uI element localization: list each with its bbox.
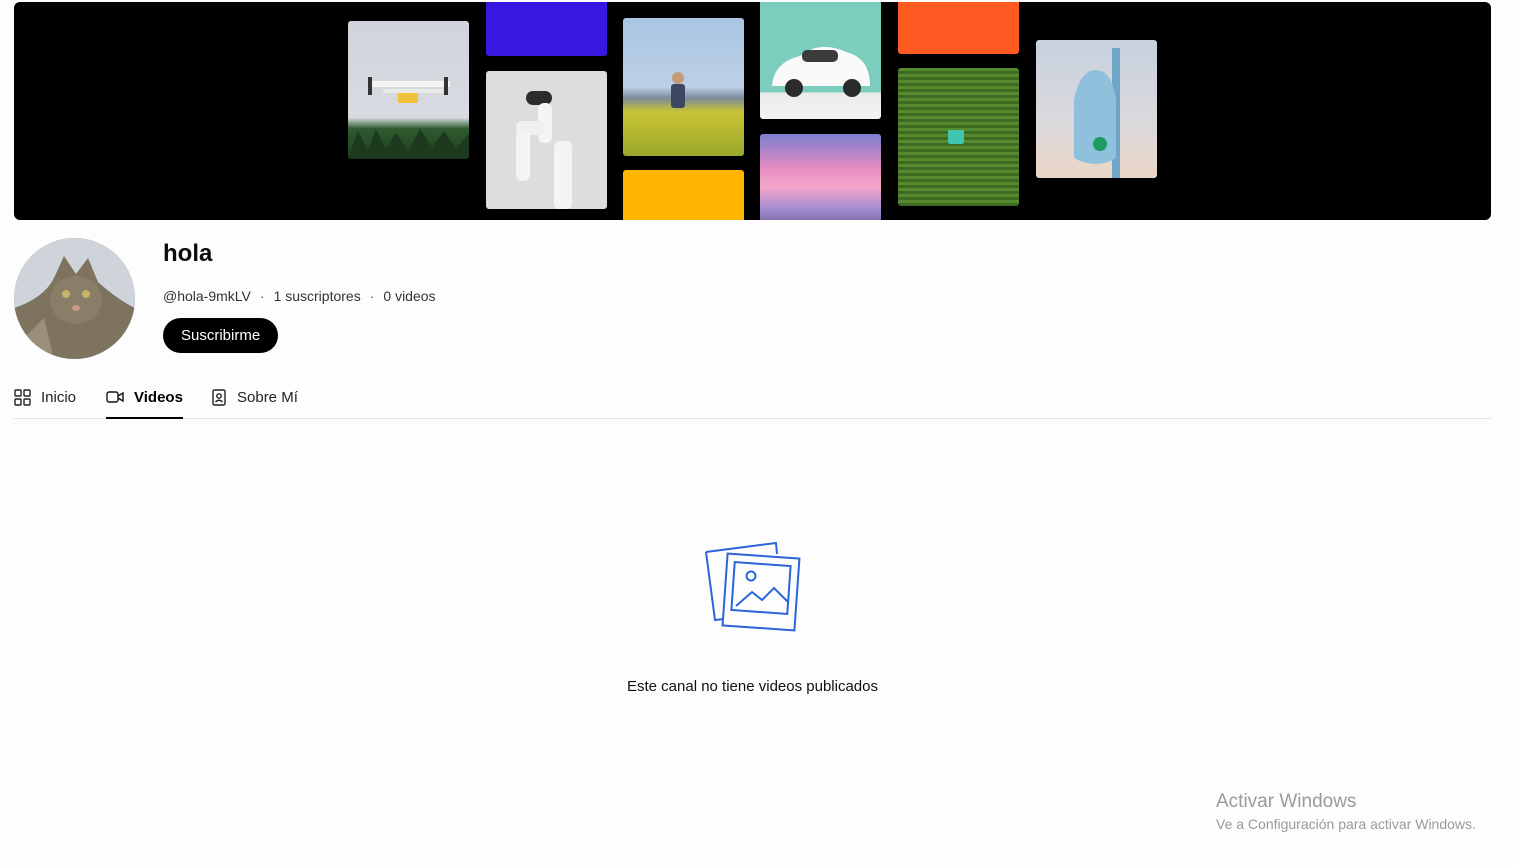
banner-field-person-image bbox=[623, 18, 744, 156]
channel-handle: @hola-9mkLV bbox=[163, 288, 251, 304]
banner-orange-block bbox=[898, 2, 1019, 54]
banner-crop-field-image bbox=[898, 68, 1019, 206]
windows-watermark-title: Activar Windows bbox=[1216, 791, 1357, 812]
channel-avatar[interactable] bbox=[14, 238, 135, 359]
banner-yellow-block bbox=[623, 170, 744, 220]
banner-robot-arm-image bbox=[486, 71, 607, 209]
video-camera-icon bbox=[106, 391, 124, 403]
grid-icon bbox=[14, 388, 31, 406]
meta-separator: · bbox=[259, 288, 265, 304]
channel-banner bbox=[14, 2, 1491, 220]
video-count: 0 videos bbox=[383, 288, 436, 304]
meta-separator: · bbox=[369, 288, 375, 304]
contact-book-icon bbox=[212, 388, 226, 406]
channel-tabs: Inicio Videos Sobre Mí bbox=[14, 380, 1491, 419]
banner-blue-block bbox=[486, 2, 607, 56]
empty-state-message: Este canal no tiene videos publicados bbox=[626, 678, 878, 695]
subscriber-count: 1 suscriptores bbox=[273, 288, 361, 304]
banner-pink-sky-image bbox=[760, 134, 881, 220]
tab-label: Sobre Mí bbox=[237, 388, 298, 406]
tab-videos[interactable]: Videos bbox=[106, 380, 183, 419]
channel-meta: @hola-9mkLV · 1 suscriptores · 0 videos bbox=[163, 288, 436, 304]
tab-sobre-mi[interactable]: Sobre Mí bbox=[211, 380, 298, 418]
subscribe-button[interactable]: Suscribirme bbox=[163, 318, 279, 353]
banner-sensor-pole-image bbox=[1036, 40, 1157, 178]
tab-label: Videos bbox=[134, 388, 183, 406]
tab-inicio[interactable]: Inicio bbox=[14, 380, 76, 418]
banner-drone-image bbox=[348, 21, 469, 159]
tab-label: Inicio bbox=[41, 388, 77, 406]
banner-car-image bbox=[760, 2, 881, 119]
windows-watermark-subtitle: Ve a Configuración para activar Windows. bbox=[1216, 816, 1476, 832]
channel-name: hola bbox=[163, 240, 213, 267]
image-gallery-icon bbox=[705, 541, 801, 632]
